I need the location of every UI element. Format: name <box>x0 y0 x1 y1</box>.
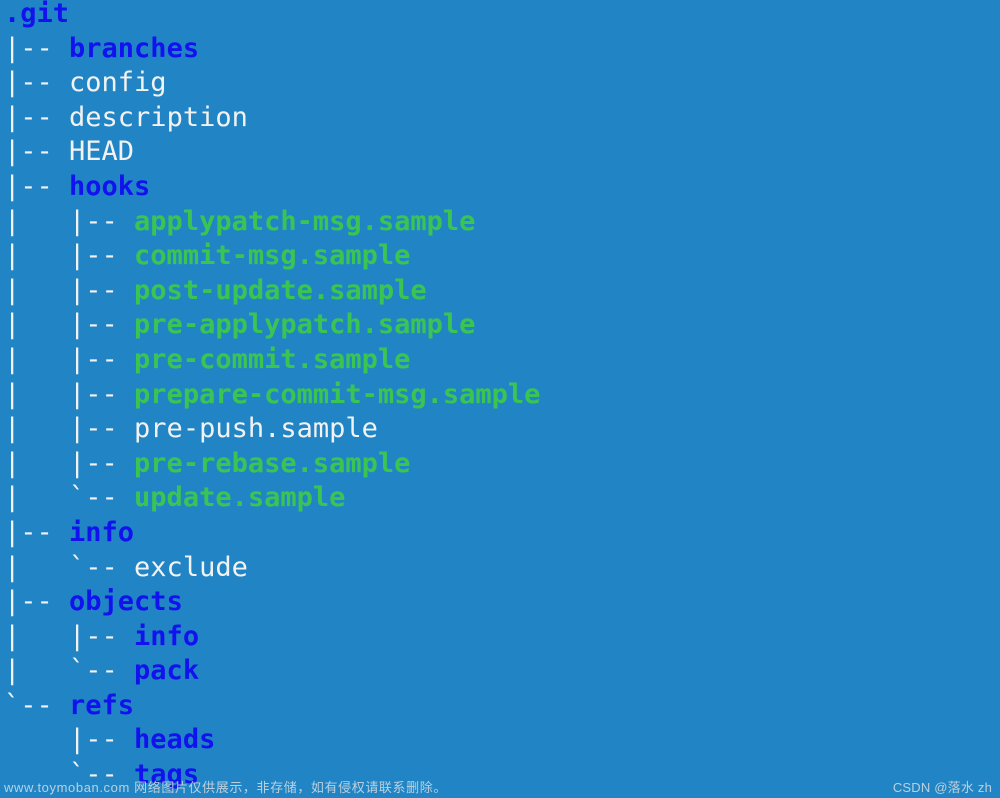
tree-row: | `-- update.sample <box>4 481 540 516</box>
tree-connector: |-- <box>4 170 70 202</box>
tree-row: | |-- pre-rebase.sample <box>4 447 540 482</box>
tree-entry-root: .git <box>4 0 70 29</box>
tree-connector: | |-- <box>4 413 135 445</box>
tree-connector: | `-- <box>4 482 135 514</box>
tree-entry-dir: tags <box>134 759 200 791</box>
tree-entry-dir: heads <box>134 724 216 756</box>
tree-entry-file: config <box>69 67 167 99</box>
tree-row: |-- config <box>4 66 540 101</box>
tree-entry-dir: hooks <box>69 170 151 202</box>
tree-row: | `-- exclude <box>4 551 540 586</box>
tree-row: | `-- pack <box>4 654 540 689</box>
tree-connector: |-- <box>4 101 70 133</box>
tree-row: |-- objects <box>4 585 540 620</box>
tree-connector: | `-- <box>4 551 135 583</box>
git-directory-tree: .git |-- branches |-- config |-- descriptio… <box>4 0 540 793</box>
tree-entry-dir: branches <box>69 32 200 64</box>
tree-row: |-- description <box>4 101 540 136</box>
tree-row: | |-- applypatch-msg.sample <box>4 205 540 240</box>
tree-entry-exec: update.sample <box>134 482 346 514</box>
tree-row: | |-- info <box>4 620 540 655</box>
tree-entry-file: HEAD <box>69 136 135 168</box>
tree-entry-file: pre-push.sample <box>134 413 378 445</box>
tree-connector: | |-- <box>4 378 135 410</box>
tree-connector: | |-- <box>4 447 135 479</box>
tree-connector: | |-- <box>4 620 135 652</box>
tree-connector: |-- <box>4 516 70 548</box>
tree-row: `-- tags <box>4 758 540 793</box>
tree-row: | |-- post-update.sample <box>4 274 540 309</box>
tree-entry-exec: pre-applypatch.sample <box>134 309 476 341</box>
tree-connector: |-- <box>4 136 70 168</box>
tree-entry-exec: applypatch-msg.sample <box>134 205 476 237</box>
tree-entry-dir: refs <box>69 689 135 721</box>
tree-row: |-- heads <box>4 723 540 758</box>
tree-connector: |-- <box>4 586 70 618</box>
tree-connector: `-- <box>4 689 70 721</box>
watermark-right: CSDN @落水 zh <box>892 780 992 795</box>
tree-row: |-- info <box>4 516 540 551</box>
tree-entry-exec: commit-msg.sample <box>134 240 411 272</box>
tree-connector: | |-- <box>4 343 135 375</box>
tree-row: | |-- pre-push.sample <box>4 412 540 447</box>
tree-entry-dir: pack <box>134 655 200 687</box>
tree-entry-file: description <box>69 101 248 133</box>
tree-row: |-- branches <box>4 32 540 67</box>
tree-row: .git <box>4 0 540 32</box>
tree-connector: | `-- <box>4 655 135 687</box>
tree-row: | |-- prepare-commit-msg.sample <box>4 378 540 413</box>
tree-entry-file: exclude <box>134 551 248 583</box>
tree-connector: | |-- <box>4 240 135 272</box>
tree-connector: | |-- <box>4 274 135 306</box>
tree-entry-dir: info <box>69 516 135 548</box>
tree-row: `-- refs <box>4 689 540 724</box>
tree-entry-exec: prepare-commit-msg.sample <box>134 378 541 410</box>
tree-entry-exec: post-update.sample <box>134 274 427 306</box>
tree-entry-exec: pre-rebase.sample <box>134 447 411 479</box>
tree-entry-dir: objects <box>69 586 183 618</box>
tree-row: |-- HEAD <box>4 135 540 170</box>
tree-entry-dir: info <box>134 620 200 652</box>
terminal-tree-output: .git |-- branches |-- config |-- descriptio… <box>0 0 1000 798</box>
tree-connector: |-- <box>4 724 135 756</box>
tree-connector: `-- <box>4 759 135 791</box>
tree-connector: |-- <box>4 67 70 99</box>
tree-connector: | |-- <box>4 205 135 237</box>
tree-row: |-- hooks <box>4 170 540 205</box>
tree-connector: | |-- <box>4 309 135 341</box>
tree-entry-exec: pre-commit.sample <box>134 343 411 375</box>
tree-row: | |-- pre-applypatch.sample <box>4 308 540 343</box>
tree-row: | |-- pre-commit.sample <box>4 343 540 378</box>
tree-connector: |-- <box>4 32 70 64</box>
tree-row: | |-- commit-msg.sample <box>4 239 540 274</box>
